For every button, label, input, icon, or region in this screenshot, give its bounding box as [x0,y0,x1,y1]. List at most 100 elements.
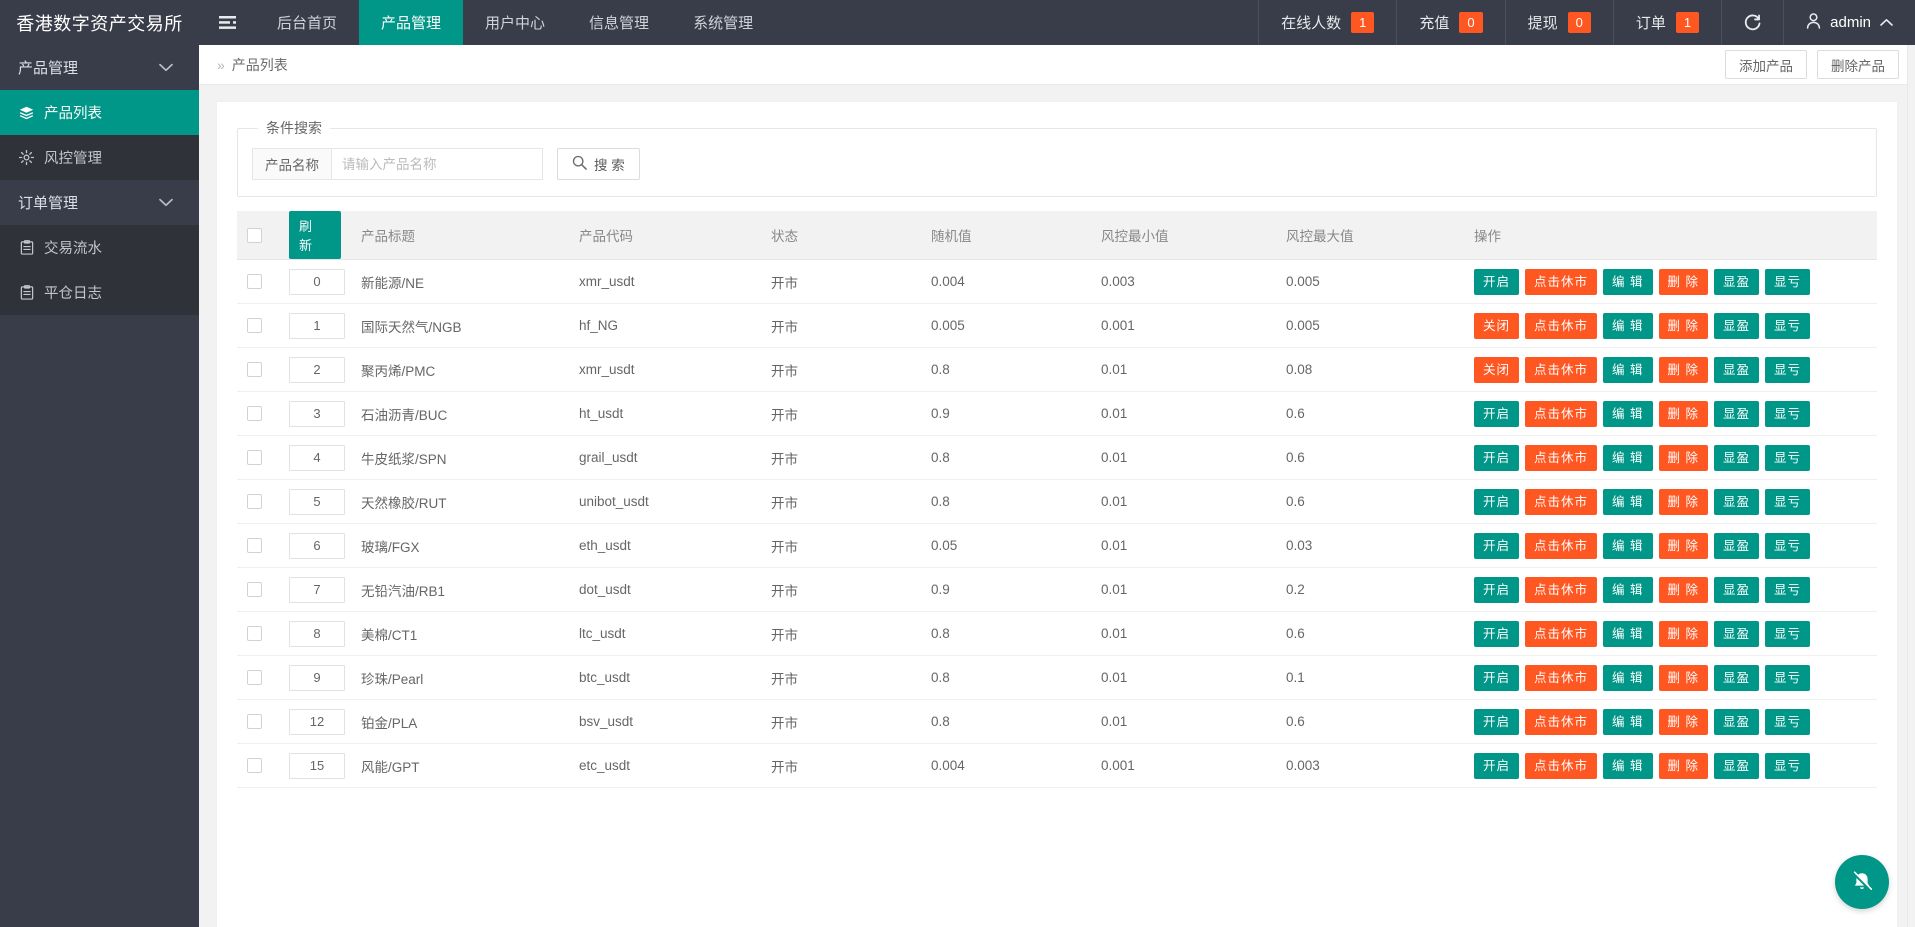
toggle-status-button[interactable]: 开启 [1474,400,1520,427]
sidebar-item-risk-control[interactable]: 风控管理 [0,135,199,180]
nav-tab-home[interactable]: 后台首页 [255,0,359,45]
edit-button[interactable]: 编 辑 [1603,312,1653,339]
row-checkbox[interactable] [247,538,262,554]
row-index-input[interactable] [289,356,345,383]
halt-market-button[interactable]: 点击休市 [1525,444,1598,471]
row-index-input[interactable] [289,708,345,735]
nav-tab-system[interactable]: 系统管理 [671,0,775,45]
delete-button[interactable]: 删 除 [1658,268,1708,295]
search-input[interactable] [331,148,543,180]
toggle-status-button[interactable]: 开启 [1474,576,1520,603]
edit-button[interactable]: 编 辑 [1603,356,1653,383]
delete-button[interactable]: 删 除 [1658,664,1708,691]
show-loss-button[interactable]: 显亏 [1765,532,1811,559]
edit-button[interactable]: 编 辑 [1603,532,1653,559]
delete-button[interactable]: 删 除 [1658,444,1708,471]
toggle-status-button[interactable]: 开启 [1474,708,1520,735]
stat-online[interactable]: 在线人数 1 [1258,0,1396,45]
toggle-status-button[interactable]: 开启 [1474,488,1520,515]
row-checkbox[interactable] [247,450,262,466]
edit-button[interactable]: 编 辑 [1603,664,1653,691]
delete-product-button[interactable]: 删除产品 [1817,50,1899,79]
row-checkbox[interactable] [247,582,262,598]
show-loss-button[interactable]: 显亏 [1765,444,1811,471]
show-loss-button[interactable]: 显亏 [1765,664,1811,691]
add-product-button[interactable]: 添加产品 [1725,50,1807,79]
show-profit-button[interactable]: 显盈 [1714,576,1760,603]
row-checkbox[interactable] [247,494,262,510]
show-loss-button[interactable]: 显亏 [1765,268,1811,295]
edit-button[interactable]: 编 辑 [1603,400,1653,427]
halt-market-button[interactable]: 点击休市 [1525,268,1598,295]
select-all-checkbox[interactable] [247,227,262,243]
hamburger-icon[interactable] [199,0,255,45]
row-checkbox[interactable] [247,626,262,642]
row-checkbox[interactable] [247,362,262,378]
refresh-icon[interactable] [1721,0,1783,45]
row-checkbox[interactable] [247,670,262,686]
edit-button[interactable]: 编 辑 [1603,488,1653,515]
show-profit-button[interactable]: 显盈 [1714,268,1760,295]
sidebar-item-transaction-flow[interactable]: 交易流水 [0,225,199,270]
row-index-input[interactable] [289,268,345,295]
nav-tab-user[interactable]: 用户中心 [463,0,567,45]
show-loss-button[interactable]: 显亏 [1765,708,1811,735]
row-index-input[interactable] [289,576,345,603]
toggle-status-button[interactable]: 关闭 [1474,312,1520,339]
show-profit-button[interactable]: 显盈 [1714,312,1760,339]
show-profit-button[interactable]: 显盈 [1714,664,1760,691]
show-loss-button[interactable]: 显亏 [1765,356,1811,383]
row-index-input[interactable] [289,312,345,339]
halt-market-button[interactable]: 点击休市 [1525,576,1598,603]
delete-button[interactable]: 删 除 [1658,532,1708,559]
delete-button[interactable]: 删 除 [1658,576,1708,603]
sidebar-group-product[interactable]: 产品管理 [0,45,199,90]
row-index-input[interactable] [289,532,345,559]
delete-button[interactable]: 删 除 [1658,488,1708,515]
toggle-status-button[interactable]: 开启 [1474,620,1520,647]
halt-market-button[interactable]: 点击休市 [1525,708,1598,735]
nav-tab-info[interactable]: 信息管理 [567,0,671,45]
show-profit-button[interactable]: 显盈 [1714,620,1760,647]
search-button[interactable]: 搜 索 [557,148,640,180]
row-index-input[interactable] [289,488,345,515]
show-loss-button[interactable]: 显亏 [1765,312,1811,339]
edit-button[interactable]: 编 辑 [1603,620,1653,647]
sidebar-item-close-position-log[interactable]: 平仓日志 [0,270,199,315]
halt-market-button[interactable]: 点击休市 [1525,488,1598,515]
delete-button[interactable]: 删 除 [1658,752,1708,779]
row-index-input[interactable] [289,620,345,647]
row-checkbox[interactable] [247,274,262,290]
halt-market-button[interactable]: 点击休市 [1525,752,1598,779]
show-loss-button[interactable]: 显亏 [1765,400,1811,427]
halt-market-button[interactable]: 点击休市 [1525,400,1598,427]
row-index-input[interactable] [289,444,345,471]
row-index-input[interactable] [289,664,345,691]
show-loss-button[interactable]: 显亏 [1765,488,1811,515]
halt-market-button[interactable]: 点击休市 [1525,664,1598,691]
toggle-status-button[interactable]: 开启 [1474,664,1520,691]
delete-button[interactable]: 删 除 [1658,620,1708,647]
stat-orders[interactable]: 订单 1 [1612,0,1721,45]
sidebar-item-product-list[interactable]: 产品列表 [0,90,199,135]
refresh-button[interactable]: 刷 新 [289,211,341,259]
toggle-status-button[interactable]: 开启 [1474,444,1520,471]
sidebar-group-order[interactable]: 订单管理 [0,180,199,225]
bell-muted-icon[interactable] [1835,855,1889,909]
row-checkbox[interactable] [247,714,262,730]
toggle-status-button[interactable]: 开启 [1474,268,1520,295]
row-checkbox[interactable] [247,758,262,774]
edit-button[interactable]: 编 辑 [1603,268,1653,295]
halt-market-button[interactable]: 点击休市 [1525,620,1598,647]
toggle-status-button[interactable]: 开启 [1474,752,1520,779]
show-profit-button[interactable]: 显盈 [1714,400,1760,427]
row-index-input[interactable] [289,400,345,427]
show-profit-button[interactable]: 显盈 [1714,752,1760,779]
show-loss-button[interactable]: 显亏 [1765,752,1811,779]
halt-market-button[interactable]: 点击休市 [1525,312,1598,339]
show-loss-button[interactable]: 显亏 [1765,576,1811,603]
edit-button[interactable]: 编 辑 [1603,752,1653,779]
halt-market-button[interactable]: 点击休市 [1525,532,1598,559]
delete-button[interactable]: 删 除 [1658,708,1708,735]
nav-tab-product[interactable]: 产品管理 [359,0,464,45]
